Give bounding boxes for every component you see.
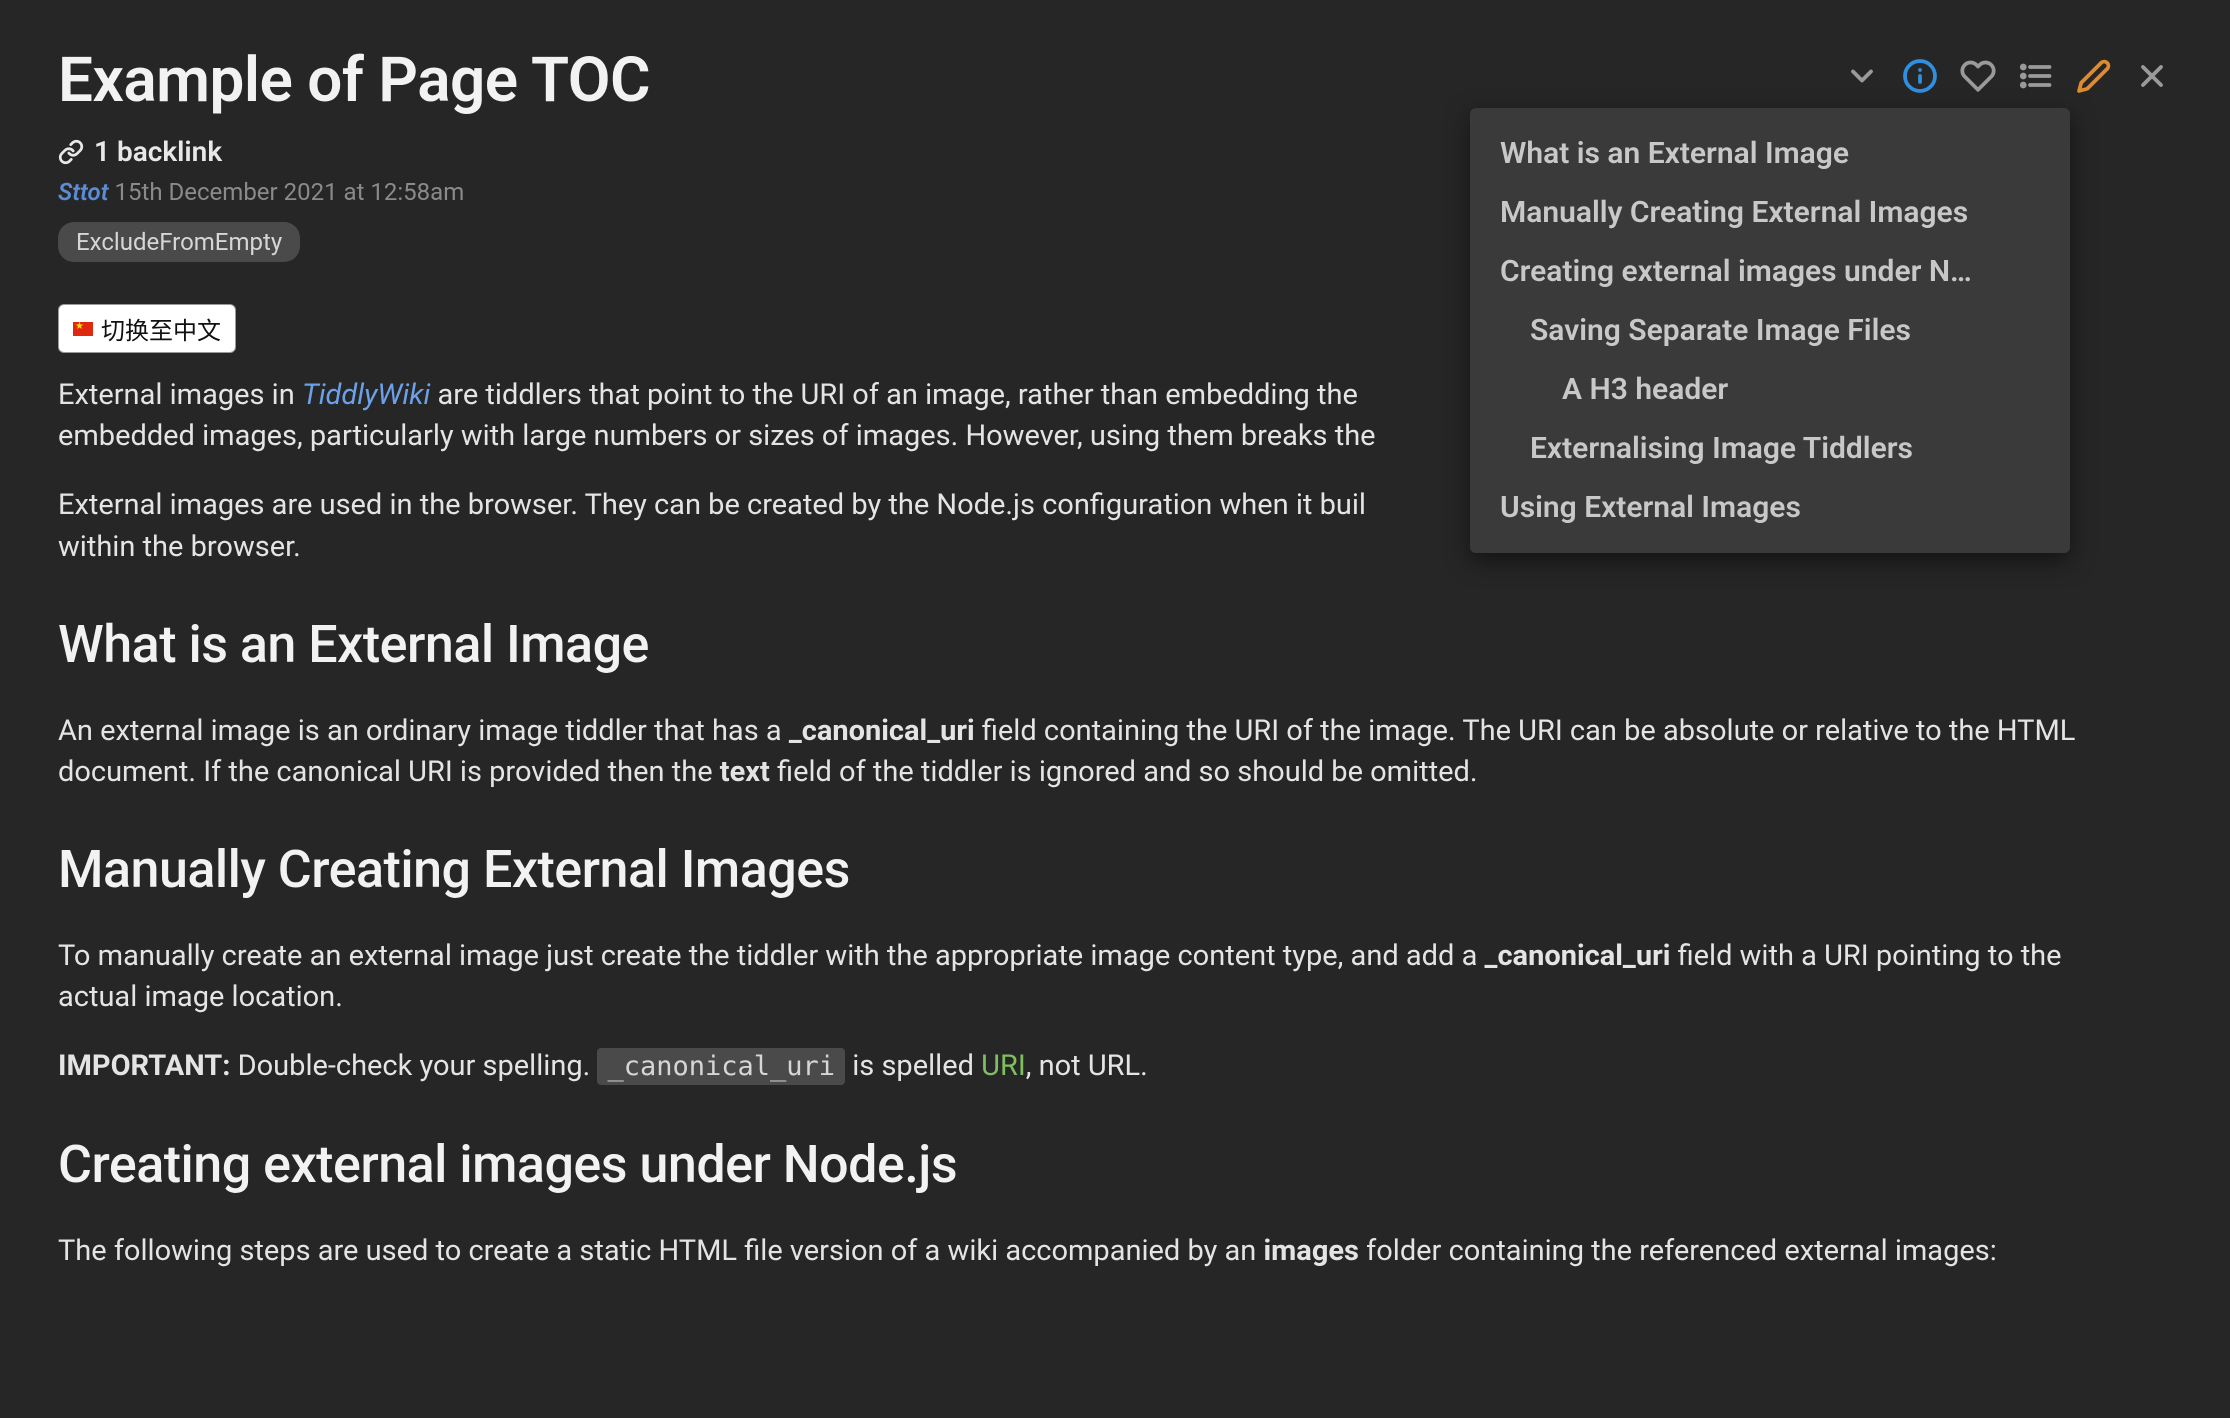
author-link[interactable]: Sttot: [58, 178, 109, 206]
uri-text: URI: [981, 1049, 1026, 1083]
link-icon: [58, 139, 84, 165]
tiddlywiki-link[interactable]: TiddlyWiki: [302, 378, 430, 412]
node-paragraph-1: The following steps are used to create a…: [58, 1231, 2138, 1272]
toc-item[interactable]: Using External Images: [1470, 478, 2070, 537]
manual-paragraph-1: To manually create an external image jus…: [58, 936, 2138, 1018]
code-canonical-uri: _canonical_uri: [597, 1048, 845, 1085]
what-paragraph: An external image is an ordinary image t…: [58, 711, 2138, 793]
toc-item[interactable]: Externalising Image Tiddlers: [1470, 419, 2070, 478]
heading-creating-under-node: Creating external images under Node.js: [58, 1134, 2172, 1195]
toc-popup: What is an External Image Manually Creat…: [1470, 108, 2070, 553]
toc-item[interactable]: A H3 header: [1470, 360, 2070, 419]
toc-item[interactable]: Manually Creating External Images: [1470, 183, 2070, 242]
language-switch-button[interactable]: 切换至中文: [58, 304, 236, 353]
tiddler-toolbar: [1842, 56, 2172, 96]
china-flag-icon: [73, 322, 93, 336]
heading-manually-creating: Manually Creating External Images: [58, 839, 2172, 900]
page-title: Example of Page TOC: [58, 44, 650, 117]
chevron-down-icon[interactable]: [1842, 56, 1882, 96]
list-icon[interactable]: [2016, 56, 2056, 96]
tag-pill[interactable]: ExcludeFromEmpty: [58, 222, 300, 262]
heart-icon[interactable]: [1958, 56, 1998, 96]
edit-icon[interactable]: [2074, 56, 2114, 96]
toc-item[interactable]: Saving Separate Image Files: [1470, 301, 2070, 360]
toc-item[interactable]: Creating external images under N…: [1470, 242, 2070, 301]
language-switch-label: 切换至中文: [101, 311, 221, 346]
info-icon[interactable]: [1900, 56, 1940, 96]
backlinks-label: 1 backlink: [94, 135, 222, 168]
manual-paragraph-important: IMPORTANT: Double-check your spelling. _…: [58, 1046, 2138, 1087]
toc-item[interactable]: What is an External Image: [1470, 124, 2070, 183]
timestamp: 15th December 2021 at 12:58am: [115, 178, 465, 206]
close-icon[interactable]: [2132, 56, 2172, 96]
heading-what-is-external-image: What is an External Image: [58, 614, 2172, 675]
